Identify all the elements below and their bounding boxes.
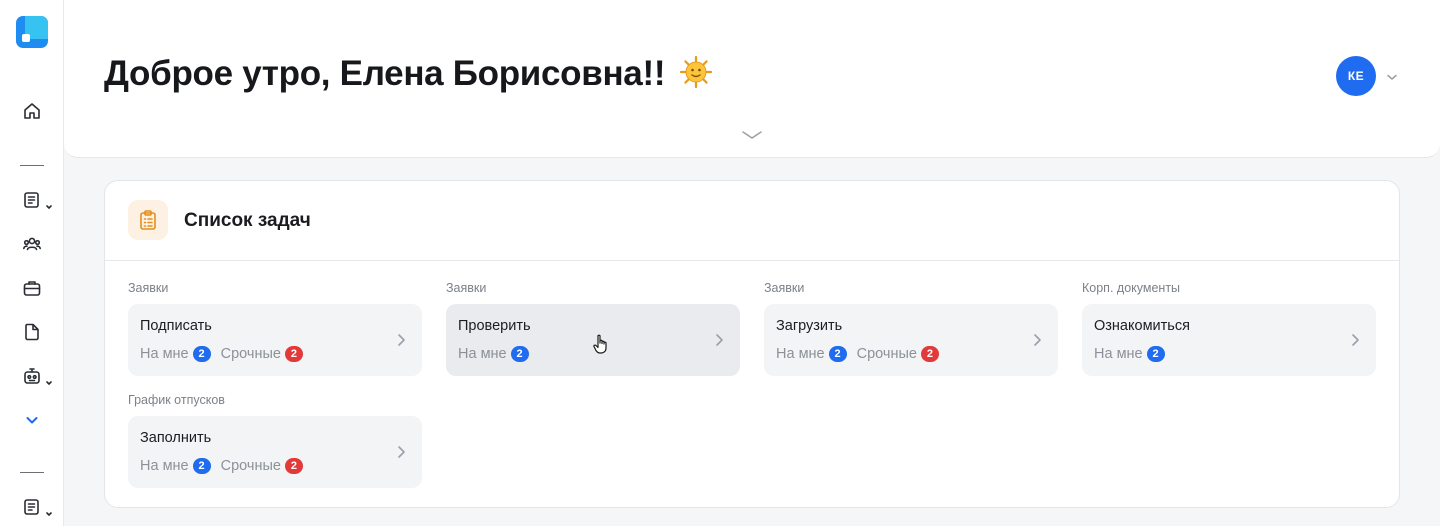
document-list-icon[interactable]: [20, 188, 52, 212]
task-meta: На мне 2 Срочные 2: [140, 346, 303, 362]
group-label: Заявки: [764, 281, 805, 295]
task-meta: На мне 2 Срочные 2: [776, 346, 939, 362]
expand-more-icon[interactable]: [20, 408, 44, 432]
collapse-header-icon[interactable]: [740, 128, 764, 142]
task-upload[interactable]: Загрузить На мне 2 Срочные 2: [764, 304, 1058, 376]
task-title: Ознакомиться: [1094, 318, 1190, 334]
urgent-badge: 2: [284, 458, 303, 474]
on-me-label: На мне: [1094, 346, 1143, 362]
urgent-label: Срочные: [856, 346, 917, 362]
on-me-label: На мне: [776, 346, 825, 362]
chevron-down-icon: [46, 373, 52, 385]
group-label: Корп. документы: [1082, 281, 1181, 295]
group-label: График отпусков: [128, 393, 225, 407]
greeting-text: Доброе утро, Елена Борисовна!!: [104, 54, 666, 93]
robot-icon[interactable]: [20, 364, 52, 388]
on-me-label: На мне: [458, 346, 507, 362]
card-header: Список задач: [105, 181, 1399, 261]
chevron-right-icon: [396, 333, 406, 347]
task-acknowledge[interactable]: Ознакомиться На мне 2: [1082, 304, 1376, 376]
on-me-badge: 2: [192, 346, 211, 362]
logo-square-bottom: [22, 34, 30, 42]
sun-emoji-icon: [679, 55, 712, 89]
task-title: Загрузить: [776, 318, 843, 334]
chevron-right-icon: [714, 333, 724, 347]
clipboard-icon: [128, 200, 168, 240]
task-list-card: Список задач Заявки Подписать На мне 2 С…: [104, 180, 1400, 508]
task-title: Заполнить: [140, 430, 212, 446]
urgent-badge: 2: [920, 346, 939, 362]
sidebar-divider: [20, 165, 44, 166]
on-me-label: На мне: [140, 346, 189, 362]
sidebar-divider: [20, 472, 44, 473]
greeting-title: Доброе утро, Елена Борисовна!!: [104, 54, 713, 94]
group-label: Заявки: [128, 281, 169, 295]
avatar[interactable]: КЕ: [1336, 56, 1376, 96]
task-meta: На мне 2: [1094, 346, 1165, 362]
on-me-label: На мне: [140, 458, 189, 474]
task-meta: На мне 2 Срочные 2: [140, 458, 303, 474]
hand-cursor-icon: [593, 334, 607, 354]
home-icon[interactable]: [20, 99, 44, 123]
avatar-initials: КЕ: [1347, 69, 1365, 83]
chevron-right-icon: [1350, 333, 1360, 347]
urgent-badge: 2: [284, 346, 303, 362]
card-title: Список задач: [184, 210, 311, 231]
task-sign[interactable]: Подписать На мне 2 Срочные 2: [128, 304, 422, 376]
chevron-down-icon: [46, 197, 52, 209]
on-me-badge: 2: [828, 346, 847, 362]
sidebar: [0, 0, 64, 526]
chevron-right-icon: [396, 445, 406, 459]
app-logo[interactable]: [16, 16, 48, 48]
on-me-badge: 2: [510, 346, 529, 362]
users-icon[interactable]: [20, 232, 44, 256]
briefcase-icon[interactable]: [20, 276, 44, 300]
group-label: Заявки: [446, 281, 487, 295]
file-icon[interactable]: [20, 320, 44, 344]
on-me-badge: 2: [1146, 346, 1165, 362]
task-title: Проверить: [458, 318, 531, 334]
chevron-right-icon: [1032, 333, 1042, 347]
urgent-label: Срочные: [220, 346, 281, 362]
chevron-down-icon[interactable]: [1386, 70, 1398, 82]
task-fill[interactable]: Заполнить На мне 2 Срочные 2: [128, 416, 422, 488]
task-meta: На мне 2: [458, 346, 529, 362]
on-me-badge: 2: [192, 458, 211, 474]
greeting-header: Доброе утро, Елена Борисовна!! КЕ: [64, 0, 1440, 158]
urgent-label: Срочные: [220, 458, 281, 474]
chevron-down-icon: [46, 504, 52, 516]
document-list-icon[interactable]: [20, 495, 52, 519]
task-title: Подписать: [140, 318, 212, 334]
